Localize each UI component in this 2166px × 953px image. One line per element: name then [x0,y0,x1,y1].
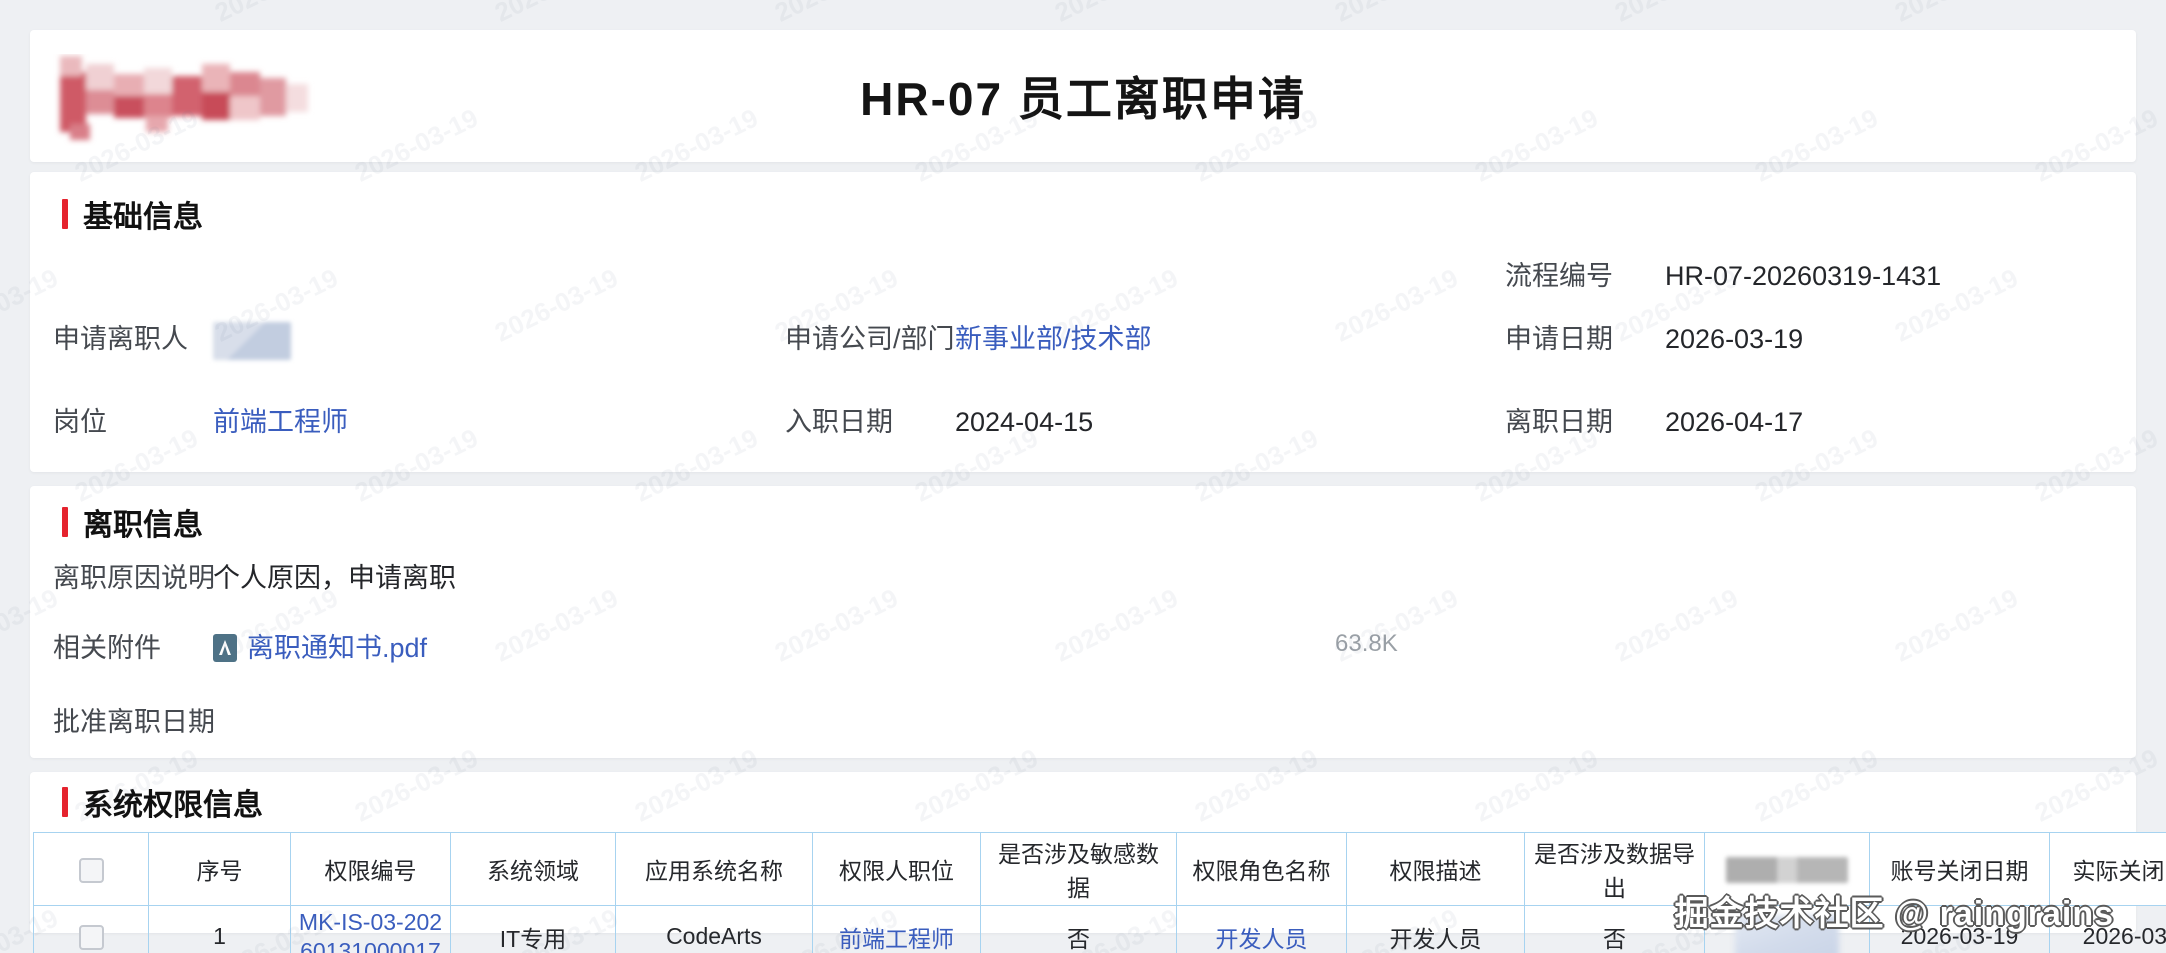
approved-date-label: 批准离职日期 [53,702,215,742]
attachment-file-link[interactable]: 离职通知书.pdf [213,628,427,668]
process-no-label: 流程编号 [1505,256,1613,296]
pdf-file-icon [213,634,237,662]
section-resign-info: 离职信息 离职原因说明 个人原因，申请离职 相关附件 离职通知书.pdf 63.… [30,486,2136,758]
select-all-checkbox[interactable] [79,858,104,883]
cell-sensitive-data: 否 [981,906,1177,953]
col-header-sensitive-data: 是否涉及敏感数据 [981,833,1177,906]
page-title: HR-07 员工离职申请 [860,63,1306,129]
section-title-text: 离职信息 [83,500,203,544]
section-basic-info: 基础信息 流程编号 HR-07-20260319-1431 申请离职人 申请公司… [30,172,2136,472]
applicant-name-redacted [213,322,291,360]
diagonal-watermark-text: 2026-03-19 [1330,0,1463,29]
section-accent-bar [62,507,68,537]
diagonal-watermark-text: 2026-03-19 [1890,0,2023,29]
basic-info-title: 基础信息 [62,192,203,236]
resign-info-title: 离职信息 [62,500,203,544]
row-select-cell [34,906,149,953]
diagonal-watermark-text: 2026-03-19 [0,0,63,29]
process-no-value: HR-07-20260319-1431 [1665,256,1941,296]
attachment-file-name[interactable]: 离职通知书.pdf [247,628,427,668]
system-permissions-title: 系统权限信息 [62,780,263,824]
cell-permission-desc: 开发人员 [1347,906,1525,953]
col-header-permission-desc: 权限描述 [1347,833,1525,906]
cell-permission-no: MK-IS-03-20260131000017 [291,906,451,953]
col-header-seq: 序号 [149,833,291,906]
section-accent-bar [62,787,68,817]
diagonal-watermark-text: 2026-03-19 [1050,0,1183,29]
entry-date-label: 入职日期 [785,402,893,442]
diagonal-watermark-text: 2026-03-19 [1610,0,1743,29]
diagonal-watermark-text: 2026-03-19 [770,0,903,29]
diagonal-watermark-text: 2026-03-19 [490,0,623,29]
permission-no-link[interactable]: MK-IS-03-20260131000017 [299,909,442,953]
reason-value: 个人原因，申请离职 [213,558,456,598]
apply-date-value: 2026-03-19 [1665,319,1803,359]
diagonal-watermark-text: 2026-03-19 [210,0,343,29]
cell-system-domain: IT专用 [451,906,616,953]
apply-date-label: 申请日期 [1505,319,1613,359]
form-header: HR-07 员工离职申请 [30,30,2136,162]
attachment-label: 相关附件 [53,628,161,668]
position-link[interactable]: 前端工程师 [213,402,348,442]
leave-date-label: 离职日期 [1505,402,1613,442]
entry-date-value: 2024-04-15 [955,402,1093,442]
col-header-system-domain: 系统领域 [451,833,616,906]
company-dept-link[interactable]: 新事业部/技术部 [955,319,1152,359]
col-header-role-name: 权限角色名称 [1177,833,1347,906]
reason-label: 离职原因说明 [53,558,215,598]
site-watermark: 掘金技术社区 @ raingrains [1675,886,2114,935]
company-dept-label: 申请公司/部门 [785,319,955,359]
cell-role-name: 开发人员 [1177,906,1347,953]
role-name-link[interactable]: 开发人员 [1216,926,1308,952]
leave-date-value: 2026-04-17 [1665,402,1803,442]
select-all-cell [34,833,149,906]
company-logo-pixelated [50,54,315,146]
holder-position-link[interactable]: 前端工程师 [839,926,954,952]
page: 2026-03-19 2026-03-19 2026-03-19 2026-03-19… [0,0,2166,953]
position-label: 岗位 [53,402,107,442]
cell-app-system: CodeArts [616,906,813,953]
section-title-text: 基础信息 [83,192,203,236]
cell-holder-position: 前端工程师 [813,906,981,953]
applicant-label: 申请离职人 [53,319,188,359]
row-checkbox[interactable] [79,925,104,950]
attachment-file-size: 63.8K [1335,624,1398,664]
section-title-text: 系统权限信息 [83,780,263,824]
col-header-holder-position: 权限人职位 [813,833,981,906]
cell-seq: 1 [149,906,291,953]
redacted-header-block [1726,857,1848,883]
col-header-permission-no: 权限编号 [291,833,451,906]
section-accent-bar [62,199,68,229]
col-header-app-system: 应用系统名称 [616,833,813,906]
